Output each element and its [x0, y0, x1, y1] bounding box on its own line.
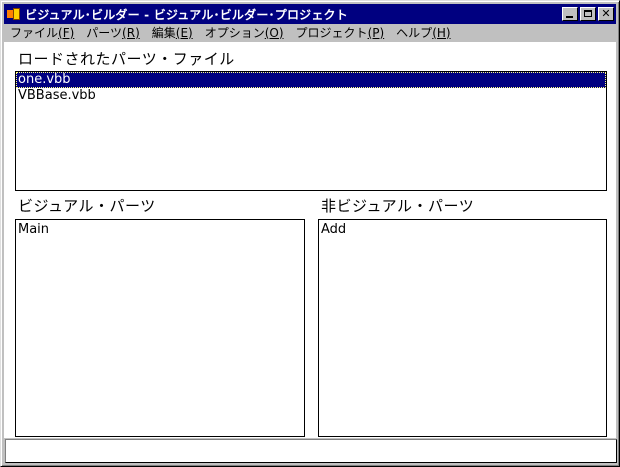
visual-parts-list[interactable]: Main: [15, 219, 305, 437]
menu-label: 編集: [151, 25, 176, 40]
visual-parts-label: ビジュアル・パーツ: [18, 197, 156, 215]
nonvisual-parts-list[interactable]: Add: [318, 219, 607, 437]
minimize-icon: [566, 16, 573, 18]
window-title: ビジュアル･ビルダー - ビジュアル･ビルダー･プロジェクト: [25, 7, 348, 22]
loaded-files-list[interactable]: one.vbb VBBase.vbb: [15, 71, 607, 191]
menu-accel: (O): [264, 25, 284, 40]
status-bar: [5, 439, 617, 463]
menu-accel: (R): [122, 25, 140, 40]
menu-options[interactable]: オプション(O): [199, 24, 290, 41]
list-item[interactable]: Add: [319, 222, 606, 238]
menu-accel: (P): [367, 25, 385, 40]
close-icon: ✕: [601, 7, 611, 20]
maximize-icon: [584, 10, 592, 17]
list-item[interactable]: Main: [16, 222, 304, 238]
menu-accel: (F): [58, 25, 75, 40]
app-icon[interactable]: [7, 7, 21, 21]
list-item[interactable]: VBBase.vbb: [16, 88, 606, 104]
menu-label: ヘルプ: [396, 25, 433, 40]
menu-help[interactable]: ヘルプ(H): [390, 24, 456, 41]
menu-label: オプション: [204, 25, 265, 40]
app-window: ビジュアル･ビルダー - ビジュアル･ビルダー･プロジェクト ✕ ファイル(F)…: [0, 0, 620, 467]
menu-file[interactable]: ファイル(F): [4, 24, 80, 41]
menu-parts[interactable]: パーツ(R): [80, 24, 145, 41]
title-bar[interactable]: ビジュアル･ビルダー - ビジュアル･ビルダー･プロジェクト ✕: [4, 4, 616, 24]
minimize-button[interactable]: [562, 7, 578, 21]
menu-label: パーツ: [86, 25, 123, 40]
maximize-button[interactable]: [580, 7, 596, 21]
menu-label: プロジェクト: [295, 25, 368, 40]
menu-accel: (E): [175, 25, 193, 40]
menu-edit[interactable]: 編集(E): [146, 24, 199, 41]
list-item[interactable]: one.vbb: [16, 72, 606, 88]
loaded-files-label: ロードされたパーツ・ファイル: [18, 50, 235, 68]
client-area: ロードされたパーツ・ファイル one.vbb VBBase.vbb ビジュアル・…: [4, 42, 616, 438]
menu-accel: (H): [432, 25, 451, 40]
menu-bar: ファイル(F) パーツ(R) 編集(E) オプション(O) プロジェクト(P) …: [4, 23, 457, 41]
nonvisual-parts-label: 非ビジュアル・パーツ: [321, 197, 475, 215]
menu-label: ファイル: [10, 25, 59, 40]
menu-project[interactable]: プロジェクト(P): [290, 24, 391, 41]
close-button[interactable]: ✕: [598, 7, 614, 21]
